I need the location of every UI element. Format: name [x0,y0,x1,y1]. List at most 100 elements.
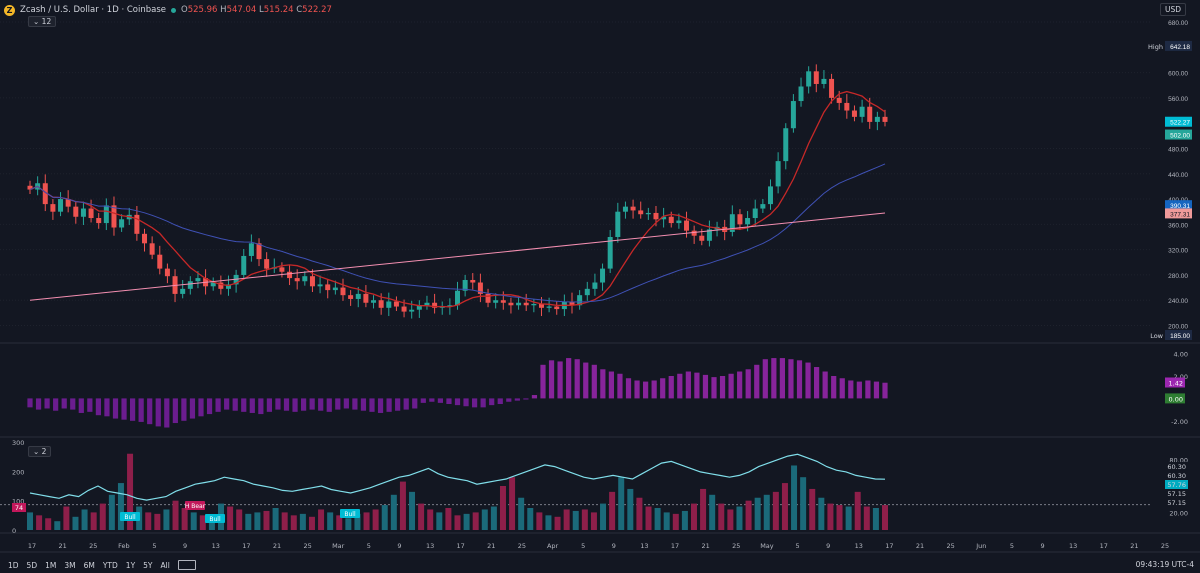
candle-body [164,268,170,277]
x-tick-label: 21 [58,542,66,550]
calendar-icon[interactable] [177,560,196,570]
momentum-bar [771,358,777,399]
candle-body [653,212,659,220]
volume-bar [117,483,124,530]
momentum-bar [53,398,59,411]
momentum-bar [566,358,572,399]
volume-bar [454,515,461,530]
candle-body [325,284,331,291]
timeframe-1y[interactable]: 1Y [122,561,139,570]
volume-bar [754,497,761,530]
momentum-bar [677,373,683,399]
x-tick-label: May [760,542,774,550]
candle-body [821,78,827,84]
signal-label: Bull [209,516,221,523]
candle-body [256,243,262,260]
clock: 09:43:19 UTC-4 [1135,560,1194,569]
x-tick-label: 17 [457,542,465,550]
volume-bar [554,516,561,530]
momentum-bar [95,398,101,416]
x-tick-label: Apr [547,542,559,550]
momentum-bar [848,380,854,399]
volume-bar [690,503,697,530]
momentum-bar [395,398,401,411]
candle-body [180,288,186,294]
volume-bar [709,494,716,530]
momentum-bar [668,376,674,399]
timeframe-6m[interactable]: 6M [80,561,99,570]
candle-body [50,204,56,212]
volume-bar [445,508,452,530]
indicator-collapse-button-main[interactable]: ⌄ 12 [28,16,57,27]
signal-label: Bull [344,511,356,518]
candle-body [340,287,346,296]
x-tick-label: 9 [183,542,187,550]
rsi-line [29,453,886,501]
volume-tick: 200 [12,468,24,476]
x-tick-label: 9 [612,542,616,550]
candle-body [103,205,109,224]
x-tick-label: 17 [242,542,250,550]
momentum-bar [762,359,768,399]
volume-bar [363,512,370,530]
candle-body [844,102,850,111]
candle-body [195,278,201,282]
momentum-bar [44,398,50,409]
momentum-bar [480,398,486,408]
candle-body [58,199,64,212]
indicator-collapse-button-osc[interactable]: ⌄ 2 [28,446,52,457]
momentum-bar [283,398,290,411]
volume-bar [572,510,579,530]
volume-bar [227,506,234,530]
timeframe-all[interactable]: All [157,561,174,570]
signal-label: Bull [124,514,136,521]
candle-body [836,97,842,103]
volume-bar [72,516,79,530]
volume-bar [518,497,525,530]
volume-bar [345,518,352,530]
timeframe-1d[interactable]: 1D [4,561,23,570]
timeframe-5d[interactable]: 5D [23,561,42,570]
timeframe-ytd[interactable]: YTD [99,561,122,570]
x-tick-label: 25 [947,542,955,550]
momentum-bar [660,378,666,399]
y-tick-label: 280.00 [1168,273,1188,280]
volume-bar [863,506,870,530]
market-status-dot-icon [171,7,176,13]
momentum-bar [497,398,503,404]
momentum-bar [779,358,785,399]
osc-value: 57.15 [1167,490,1186,498]
ma-pink-label: 377.31 [1170,211,1190,218]
candle-body [493,300,499,303]
candle-body [668,216,674,224]
x-tick-label: 17 [885,542,893,550]
candle-body [798,86,804,102]
momentum-bar [608,371,614,399]
volume-bar [654,508,661,530]
momentum-bar [873,381,880,399]
currency-button[interactable]: USD [1159,3,1186,16]
momentum-bar [754,364,760,399]
momentum-bar [702,374,709,399]
rsi-tick: 20.00 [1169,509,1188,517]
timeframe-1m[interactable]: 1M [41,561,60,570]
volume-bar [308,516,315,530]
osc-value: 57.76 [1167,481,1186,489]
momentum-bar [574,359,580,399]
momentum-bar [591,364,597,399]
momentum-bar [472,398,478,408]
x-tick-label: 5 [795,542,799,550]
x-tick-label: 25 [1161,542,1169,550]
symbol-title[interactable]: Zcash / U.S. Dollar · 1D · Coinbase [20,5,166,15]
timeframe-3m[interactable]: 3M [60,561,79,570]
volume-bar [527,508,534,530]
momentum-tick: -2.00 [1171,418,1188,426]
volume-tick: 0 [12,527,16,535]
last-price-label: 522.27 [1170,120,1190,127]
x-tick-label: 9 [1040,542,1044,550]
candle-body [363,293,369,303]
momentum-bar [617,373,623,399]
chart-canvas[interactable]: 680.00600.00560.00480.00440.00400.00360.… [0,0,1200,573]
timeframe-5y[interactable]: 5Y [139,561,156,570]
volume-bar [245,513,252,530]
